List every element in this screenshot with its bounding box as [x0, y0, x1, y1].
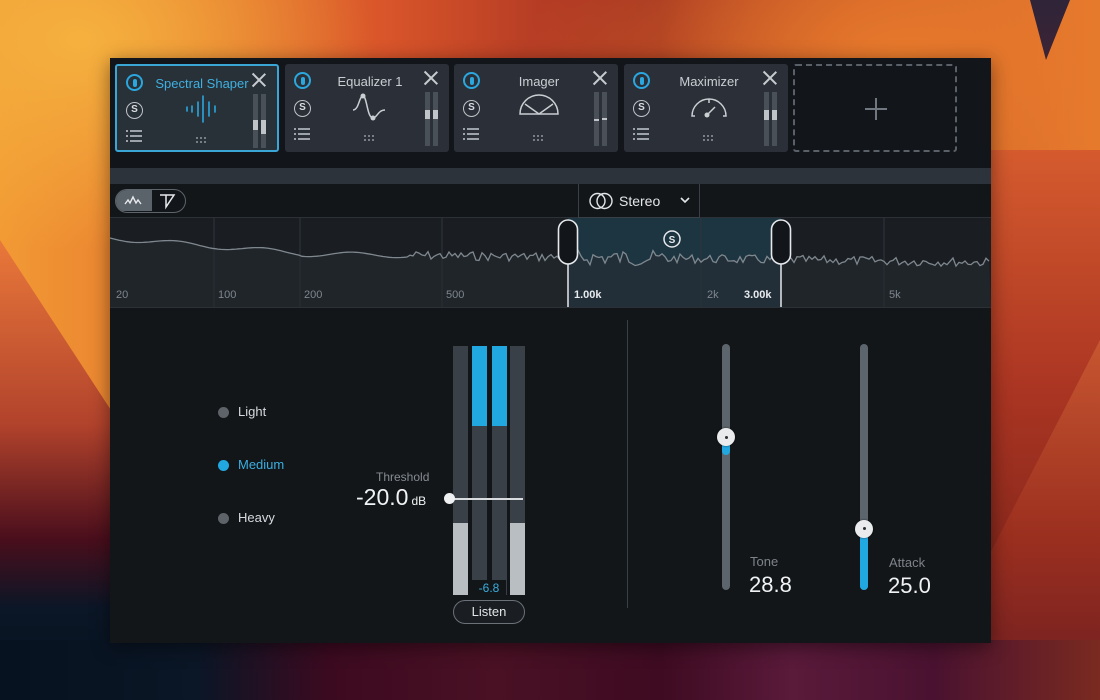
wallpaper-facet	[1030, 0, 1070, 60]
module-title: Imager	[518, 74, 560, 89]
radio-label: Medium	[238, 457, 285, 472]
chain-divider	[110, 168, 991, 184]
spectrum-view-icon	[124, 195, 142, 205]
freq-label-5k: 5k	[889, 289, 901, 301]
filter-shape-icon	[160, 194, 176, 210]
solo-icon[interactable]: S	[633, 100, 650, 117]
module-title: Maximizer	[679, 74, 739, 89]
view-mode-toggle[interactable]	[115, 189, 186, 213]
solo-icon[interactable]: S	[126, 102, 143, 119]
band-high-freq: 3.00k	[744, 289, 772, 301]
drag-handle-icon[interactable]	[702, 134, 714, 142]
band-low-freq: 1.00k	[574, 289, 602, 301]
wallpaper-facet	[0, 640, 1100, 700]
attack-slider-handle[interactable]	[855, 519, 873, 538]
threshold-line[interactable]	[449, 498, 523, 500]
gain-reduction-readout: -6.8	[472, 580, 506, 597]
section-divider	[627, 320, 628, 608]
solo-icon[interactable]: S	[463, 100, 480, 117]
listen-button[interactable]: Listen	[453, 600, 525, 624]
spectrum-graph: S	[110, 218, 991, 307]
module-title: Equalizer 1	[337, 74, 403, 89]
tone-slider-handle[interactable]	[717, 428, 735, 447]
freq-label-20: 20	[116, 289, 129, 301]
maximizer-gauge-icon	[691, 98, 727, 118]
channel-mode-dropdown[interactable]: Stereo	[578, 184, 700, 218]
module-chain: S Spectral Shaper S Equalizer 1 S Imager…	[110, 58, 991, 168]
add-module-button[interactable]	[793, 64, 957, 152]
power-icon[interactable]	[126, 74, 143, 91]
freq-label-100: 100	[218, 289, 237, 301]
module-level-meter	[253, 94, 267, 148]
freq-label-2k: 2k	[707, 289, 719, 301]
radio-label: Light	[238, 404, 267, 419]
list-icon[interactable]	[633, 127, 649, 141]
module-maximizer[interactable]: S Maximizer	[624, 64, 788, 152]
module-level-meter	[764, 92, 778, 146]
module-spectral-shaper[interactable]: S Spectral Shaper	[115, 64, 279, 152]
equalizer-curve-icon	[352, 93, 386, 121]
power-icon[interactable]	[633, 72, 650, 89]
input-meter-left	[453, 346, 468, 595]
module-level-meter	[594, 92, 608, 146]
gr-meter-left	[472, 346, 487, 595]
plus-icon	[865, 98, 887, 120]
threshold-handle[interactable]	[444, 493, 455, 504]
drag-handle-icon[interactable]	[363, 134, 375, 142]
tone-slider[interactable]	[717, 344, 735, 590]
threshold-label: Threshold	[376, 470, 430, 484]
close-icon[interactable]	[762, 70, 778, 86]
tone-value[interactable]: 28.8	[749, 572, 792, 598]
filter-shape-button[interactable]	[152, 190, 185, 211]
spectral-shaper-icon	[186, 95, 216, 123]
attack-slider-fill	[860, 528, 868, 590]
close-icon[interactable]	[251, 72, 267, 88]
module-level-meter	[425, 92, 439, 146]
module-equalizer-1[interactable]: S Equalizer 1	[285, 64, 449, 152]
controls-panel: Light Medium Heavy Threshold -20.0 dB -6.…	[110, 308, 991, 643]
band-low-handle	[557, 219, 579, 265]
freq-label-200: 200	[304, 289, 323, 301]
module-title: Spectral Shaper	[155, 76, 249, 91]
band-solo-glyph: S	[669, 235, 676, 246]
power-icon[interactable]	[294, 72, 311, 89]
input-meter-right	[510, 346, 525, 595]
attack-slider[interactable]	[855, 344, 873, 590]
threshold-unit: dB	[411, 494, 427, 508]
attack-label: Attack	[889, 555, 926, 570]
close-icon[interactable]	[423, 70, 439, 86]
radio-dot	[218, 513, 229, 524]
band-high-handle	[770, 219, 792, 265]
radio-dot	[218, 460, 229, 471]
spectrum-toolbar: Stereo	[110, 184, 991, 218]
radio-label: Heavy	[238, 510, 275, 525]
module-imager[interactable]: S Imager	[454, 64, 618, 152]
spectrum-view-button[interactable]	[116, 190, 152, 211]
radio-dot	[218, 407, 229, 418]
drag-handle-icon[interactable]	[195, 136, 207, 144]
list-icon[interactable]	[126, 129, 142, 143]
power-icon[interactable]	[463, 72, 480, 89]
stereo-rings-icon	[589, 192, 613, 210]
plugin-window: S Spectral Shaper S Equalizer 1 S Imager…	[110, 58, 991, 643]
threshold-number: -20.0	[356, 484, 409, 510]
close-icon[interactable]	[592, 70, 608, 86]
channel-mode-label: Stereo	[619, 193, 661, 209]
spectrum-display[interactable]: S 20 100 200 500 1.00k 2k 3.00k 5k	[110, 218, 991, 308]
list-icon[interactable]	[294, 127, 310, 141]
drag-handle-icon[interactable]	[532, 134, 544, 142]
gr-meter-right	[492, 346, 507, 595]
threshold-value[interactable]: -20.0 dB	[356, 484, 426, 511]
list-icon[interactable]	[463, 127, 479, 141]
imager-arc-icon	[519, 94, 559, 115]
attack-value[interactable]: 25.0	[888, 573, 931, 599]
chevron-down-icon	[680, 197, 690, 204]
wallpaper-facet	[0, 240, 120, 700]
freq-label-500: 500	[446, 289, 465, 301]
tone-label: Tone	[750, 554, 779, 569]
solo-icon[interactable]: S	[294, 100, 311, 117]
